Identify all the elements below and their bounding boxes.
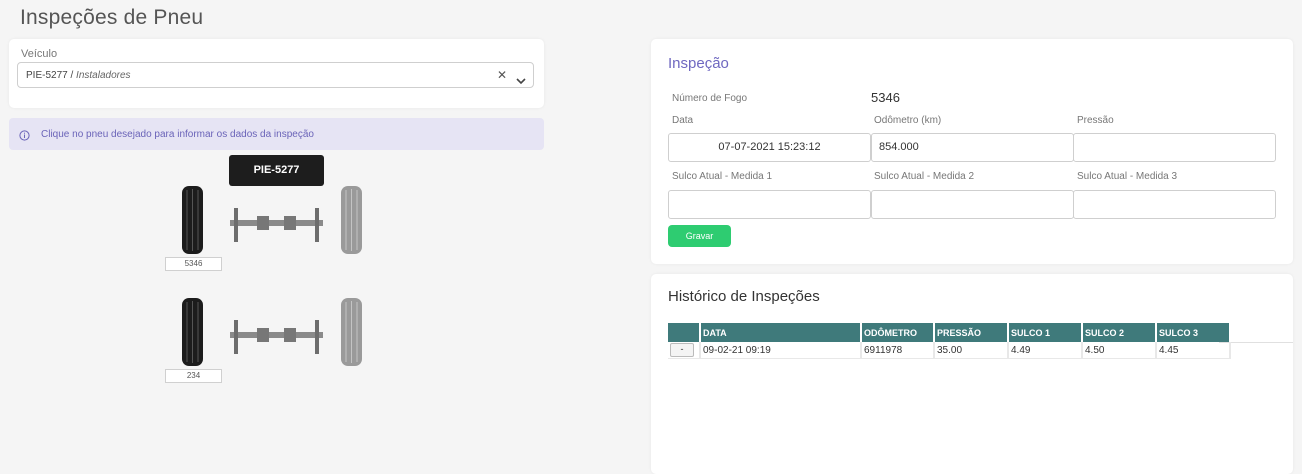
tire-axle2-left[interactable] bbox=[181, 298, 204, 366]
sulco1-field[interactable] bbox=[668, 190, 871, 219]
tire-number-label: 234 bbox=[165, 369, 222, 383]
remove-button[interactable]: - bbox=[670, 343, 694, 357]
sulco3-field[interactable] bbox=[1073, 190, 1276, 219]
save-button[interactable]: Gravar bbox=[668, 225, 731, 247]
axle-2 bbox=[230, 320, 323, 354]
clear-icon[interactable]: ✕ bbox=[497, 68, 507, 82]
tire-axle1-left[interactable] bbox=[181, 186, 204, 254]
info-icon bbox=[19, 128, 30, 146]
data-field[interactable]: 07-07-2021 15:23:12 bbox=[668, 133, 871, 162]
inspection-card: Inspeção Número de Fogo 5346 Data Odômet… bbox=[651, 39, 1293, 264]
action-cell: - bbox=[668, 342, 701, 359]
tire-number-label: 5346 bbox=[165, 257, 222, 271]
column-header bbox=[668, 323, 701, 342]
column-header: DATA bbox=[700, 323, 862, 342]
table-row: - 09-02-21 09:19 6911978 35.00 4.49 4.50… bbox=[668, 342, 1231, 359]
table-cell: 09-02-21 09:19 bbox=[700, 342, 862, 359]
sulco3-label: Sulco Atual - Medida 3 bbox=[1077, 171, 1178, 182]
odometro-field[interactable]: 854.000 bbox=[871, 133, 1074, 162]
axle-1 bbox=[230, 208, 323, 242]
table-cell: 4.49 bbox=[1008, 342, 1083, 359]
sulco2-label: Sulco Atual - Medida 2 bbox=[874, 171, 975, 182]
sulco1-label: Sulco Atual - Medida 1 bbox=[672, 171, 773, 182]
history-card: Histórico de Inspeções DATA ODÔMETRO PRE… bbox=[651, 274, 1293, 474]
column-header: ODÔMETRO bbox=[861, 323, 935, 342]
vehicle-select-value: PIE-5277 / Instaladores bbox=[26, 70, 131, 81]
history-table: DATA ODÔMETRO PRESSÃO SULCO 1 SULCO 2 SU… bbox=[668, 323, 1231, 359]
pressao-field[interactable] bbox=[1073, 133, 1276, 162]
sulco2-field[interactable] bbox=[871, 190, 1074, 219]
column-header: PRESSÃO bbox=[934, 323, 1009, 342]
diagram-plate: PIE-5277 bbox=[229, 155, 324, 186]
vehicle-card: Veículo PIE-5277 / Instaladores ✕ bbox=[9, 39, 544, 108]
vehicle-label: Veículo bbox=[21, 48, 58, 60]
fogo-value: 5346 bbox=[871, 90, 900, 105]
pressao-label: Pressão bbox=[1077, 115, 1114, 126]
tire-axle1-right[interactable] bbox=[340, 186, 363, 254]
info-alert: Clique no pneu desejado para informar os… bbox=[9, 118, 544, 150]
table-cell: 35.00 bbox=[934, 342, 1009, 359]
odometro-label: Odômetro (km) bbox=[874, 115, 942, 126]
column-header: SULCO 2 bbox=[1082, 323, 1157, 342]
tire-axle2-right[interactable] bbox=[340, 298, 363, 366]
vehicle-separator: / bbox=[67, 70, 77, 81]
column-header: SULCO 3 bbox=[1156, 323, 1231, 342]
table-cell: 4.50 bbox=[1082, 342, 1157, 359]
vehicle-group: Instaladores bbox=[76, 70, 131, 81]
chevron-down-icon[interactable] bbox=[516, 72, 526, 90]
info-message: Clique no pneu desejado para informar os… bbox=[41, 129, 314, 140]
table-cell: 4.45 bbox=[1156, 342, 1231, 359]
data-label: Data bbox=[672, 115, 694, 126]
inspection-title: Inspeção bbox=[668, 55, 729, 72]
history-title: Histórico de Inspeções bbox=[668, 288, 820, 305]
vehicle-select[interactable]: PIE-5277 / Instaladores ✕ bbox=[17, 62, 534, 88]
page-title: Inspeções de Pneu bbox=[20, 6, 204, 29]
column-header: SULCO 1 bbox=[1008, 323, 1083, 342]
table-header-row: DATA ODÔMETRO PRESSÃO SULCO 1 SULCO 2 SU… bbox=[668, 323, 1231, 342]
table-cell: 6911978 bbox=[861, 342, 935, 359]
vehicle-plate: PIE-5277 bbox=[26, 70, 68, 81]
fogo-label: Número de Fogo bbox=[672, 93, 748, 104]
